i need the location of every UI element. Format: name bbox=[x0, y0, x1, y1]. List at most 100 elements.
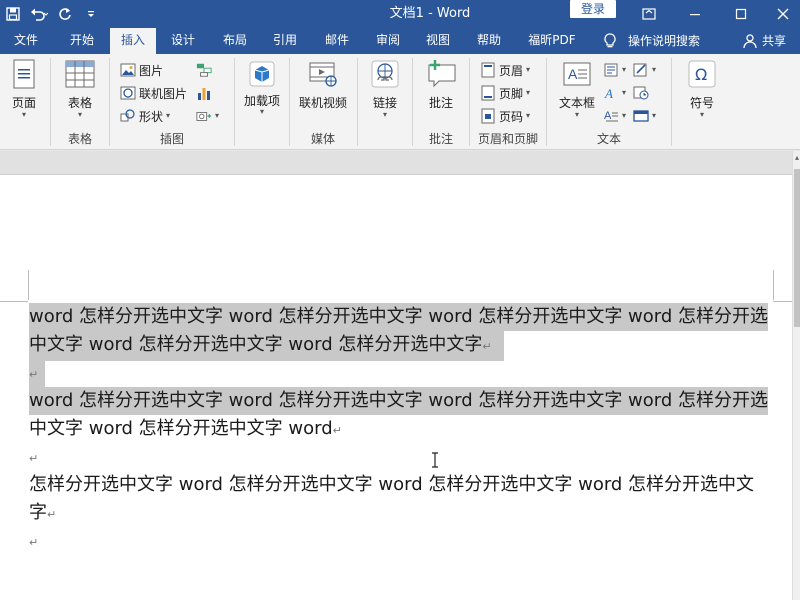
quick-access-toolbar bbox=[0, 0, 104, 28]
online-picture-icon bbox=[120, 86, 136, 100]
text-line[interactable]: 怎样分开选中文字 word 怎样分开选中文字 word 怎样分开选中文字 wor… bbox=[29, 471, 754, 499]
customize-toolbar-icon[interactable] bbox=[78, 0, 104, 28]
signature-line-button[interactable]: ▾ bbox=[633, 60, 656, 80]
chevron-down-icon: ▾ bbox=[699, 110, 704, 119]
page-corner-mark bbox=[0, 301, 28, 302]
textbox-icon: A bbox=[563, 62, 591, 86]
object-button[interactable]: ▾ bbox=[633, 106, 656, 126]
page-button[interactable]: 页面 ▾ bbox=[4, 58, 44, 119]
text-line[interactable]: ↵ bbox=[29, 359, 45, 389]
links-button[interactable]: 链接 ▾ bbox=[365, 58, 405, 119]
paragraph-mark: ↵ bbox=[29, 536, 39, 549]
picture-button[interactable]: 图片 bbox=[120, 60, 163, 80]
maximize-icon[interactable] bbox=[718, 0, 764, 28]
svg-text:A: A bbox=[604, 86, 613, 100]
quick-parts-button[interactable]: ▾ bbox=[603, 60, 626, 80]
ribbon: 页面 ▾ 表格 ▾ 表格 图片 联机图片 形状 ▾ ▾ 插图 加载项 ▾ 联机视… bbox=[0, 54, 800, 150]
group-tables: 表格 ▾ 表格 bbox=[51, 54, 109, 150]
svg-text:Ω: Ω bbox=[695, 65, 707, 84]
svg-text:A: A bbox=[568, 66, 578, 82]
quick-parts-icon bbox=[604, 63, 618, 77]
scrollbar-thumb[interactable] bbox=[794, 169, 800, 327]
undo-icon[interactable] bbox=[26, 0, 52, 28]
login-button[interactable]: 登录 bbox=[570, 0, 616, 18]
text-line[interactable]: 字↵ bbox=[29, 499, 56, 527]
header-button[interactable]: 页眉 ▾ bbox=[480, 60, 530, 80]
tell-me-search[interactable]: 操作说明搜索 bbox=[602, 28, 700, 54]
tab-view[interactable]: 视图 bbox=[415, 28, 461, 54]
comment-button[interactable]: 批注 bbox=[421, 58, 461, 111]
links-label: 链接 bbox=[372, 96, 397, 110]
text-line[interactable]: word 怎样分开选中文字 word 怎样分开选中文字 word 怎样分开选中文… bbox=[29, 303, 769, 331]
group-media: 联机视频 媒体 bbox=[290, 54, 356, 150]
share-button[interactable]: 共享 bbox=[742, 28, 786, 54]
online-video-icon bbox=[309, 62, 337, 87]
tab-review[interactable]: 审阅 bbox=[365, 28, 411, 54]
tab-foxit-pdf[interactable]: 福昕PDF bbox=[520, 28, 584, 54]
wordart-button[interactable]: A ▾ bbox=[603, 83, 626, 103]
header-icon bbox=[481, 62, 495, 78]
vertical-scrollbar[interactable]: ▴ bbox=[792, 151, 800, 600]
chevron-down-icon: ▾ bbox=[622, 111, 627, 120]
text-line-content: 怎样分开选中文字 word 怎样分开选中文字 word 怎样分开选中文字 wor… bbox=[29, 474, 755, 495]
lightbulb-icon bbox=[604, 33, 616, 48]
tab-help[interactable]: 帮助 bbox=[466, 28, 512, 54]
online-picture-button[interactable]: 联机图片 bbox=[120, 83, 187, 103]
tab-references[interactable]: 引用 bbox=[262, 28, 308, 54]
comment-label: 批注 bbox=[428, 96, 453, 110]
tab-mailings[interactable]: 邮件 bbox=[314, 28, 360, 54]
group-links: 链接 ▾ bbox=[358, 54, 412, 150]
tab-insert[interactable]: 插入 bbox=[110, 28, 156, 54]
minimize-icon[interactable] bbox=[672, 0, 718, 28]
ribbon-tabs: 文件 开始 插入 设计 布局 引用 邮件 审阅 视图 帮助 福昕PDF 操作说明… bbox=[0, 28, 800, 54]
share-label: 共享 bbox=[762, 34, 787, 48]
text-line[interactable]: 中文字 word 怎样分开选中文字 word↵ bbox=[29, 415, 342, 443]
screenshot-button[interactable]: ▾ bbox=[196, 106, 219, 126]
textbox-label: 文本框 bbox=[558, 96, 595, 110]
page-number-button[interactable]: 页码 ▾ bbox=[480, 106, 530, 126]
paragraph-mark: ↵ bbox=[482, 340, 492, 353]
header-label: 页眉 bbox=[499, 63, 524, 78]
footer-button[interactable]: 页脚 ▾ bbox=[480, 83, 530, 103]
redo-icon[interactable] bbox=[52, 0, 78, 28]
ribbon-display-options-icon[interactable] bbox=[626, 0, 672, 28]
group-text: A 文本框 ▾ ▾ A ▾ A ▾ ▾ ▾ 文本 bbox=[547, 54, 671, 150]
tab-file[interactable]: 文件 bbox=[0, 28, 52, 54]
chevron-down-icon: ▾ bbox=[622, 65, 627, 74]
save-icon[interactable] bbox=[0, 0, 26, 28]
table-button[interactable]: 表格 ▾ bbox=[60, 58, 100, 119]
chevron-down-icon: ▾ bbox=[21, 110, 26, 119]
shapes-button[interactable]: 形状 ▾ bbox=[120, 106, 170, 126]
scroll-up-icon[interactable]: ▴ bbox=[793, 153, 800, 165]
text-line-content: 中文字 word 怎样分开选中文字 word bbox=[29, 418, 333, 439]
picture-label: 图片 bbox=[139, 63, 164, 78]
text-line[interactable]: 中文字 word 怎样分开选中文字 word 怎样分开选中文字↵ bbox=[29, 331, 504, 361]
chevron-down-icon: ▾ bbox=[526, 111, 531, 120]
page-corner-mark bbox=[773, 270, 774, 300]
signature-line-icon bbox=[633, 63, 647, 77]
symbol-button[interactable]: Ω 符号 ▾ bbox=[682, 58, 722, 119]
addins-button[interactable]: 加载项 ▾ bbox=[242, 58, 282, 116]
ruler bbox=[0, 151, 792, 175]
chart-button[interactable] bbox=[196, 83, 212, 103]
text-line[interactable]: ↵ bbox=[29, 527, 38, 555]
chevron-down-icon: ▾ bbox=[526, 65, 531, 74]
date-time-button[interactable] bbox=[633, 83, 649, 103]
tab-design[interactable]: 设计 bbox=[160, 28, 206, 54]
selected-text: 中文字 word 怎样分开选中文字 word 怎样分开选中文字↵ bbox=[29, 331, 504, 361]
object-icon bbox=[633, 110, 649, 122]
text-line[interactable]: ↵ bbox=[29, 443, 38, 471]
close-icon[interactable] bbox=[760, 0, 800, 28]
tab-layout[interactable]: 布局 bbox=[212, 28, 258, 54]
online-video-button[interactable]: 联机视频 bbox=[294, 58, 352, 111]
group-comments: 批注 批注 bbox=[413, 54, 469, 150]
textbox-button[interactable]: A 文本框 ▾ bbox=[553, 58, 601, 119]
omega-icon: Ω bbox=[688, 60, 716, 88]
smartart-button[interactable] bbox=[196, 60, 212, 80]
tab-home[interactable]: 开始 bbox=[56, 28, 108, 54]
paragraph-mark: ↵ bbox=[29, 452, 39, 465]
text-line[interactable]: word 怎样分开选中文字 word 怎样分开选中文字 word 怎样分开选中文… bbox=[29, 387, 769, 415]
page-icon bbox=[13, 59, 35, 89]
shapes-label: 形状 bbox=[139, 109, 164, 124]
drop-cap-button[interactable]: A ▾ bbox=[603, 106, 626, 126]
